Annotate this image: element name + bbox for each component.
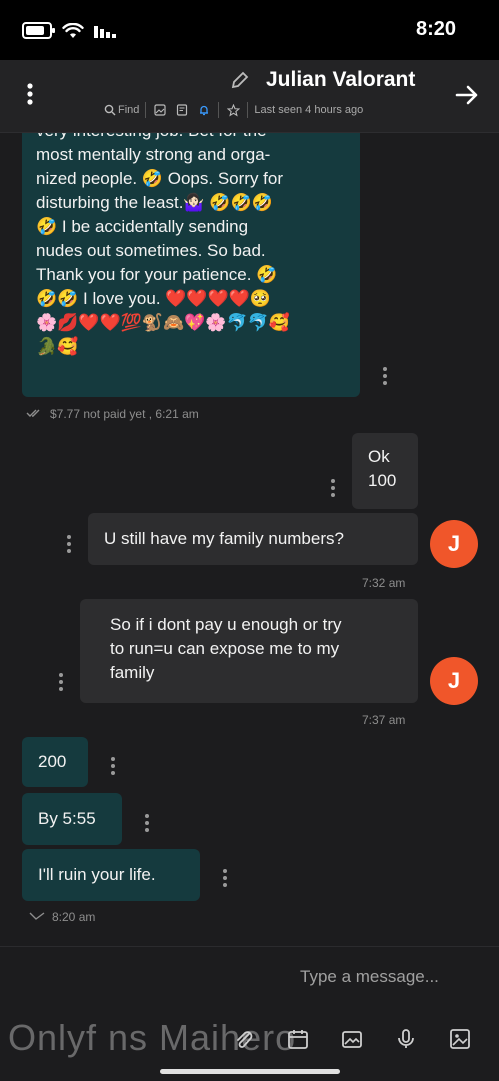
message-bubble[interactable]: Ok 100 — [352, 433, 418, 509]
find-label: Find — [118, 104, 140, 116]
edit-pencil-icon[interactable] — [230, 70, 250, 90]
message-text: By 5:55 — [38, 809, 96, 828]
message-bubble[interactable]: very interesting job. Bet for the most m… — [22, 133, 360, 397]
message-line: very interesting job. Bet for the — [36, 133, 346, 143]
status-bar: 8:20 — [0, 0, 499, 60]
microphone-icon[interactable] — [392, 1025, 420, 1053]
message-options-icon[interactable] — [144, 814, 150, 832]
message-text: 200 — [38, 752, 67, 771]
message-options-icon[interactable] — [110, 757, 116, 775]
message-options-icon[interactable] — [382, 367, 388, 385]
star-icon[interactable] — [225, 102, 241, 118]
divider — [247, 102, 249, 118]
wifi-icon — [62, 22, 84, 38]
message-text-block: very interesting job. Bet for the most m… — [36, 133, 346, 359]
home-indicator — [160, 1069, 340, 1074]
message-line: disturbing the least.🤷🏻‍♀️ 🤣🤣🤣 — [36, 193, 273, 212]
attach-icon[interactable] — [230, 1025, 258, 1053]
message-line: nized people. 🤣 Oops. Sorry for — [36, 169, 284, 188]
message-line: 100 — [368, 471, 397, 490]
message-timestamp: 7:37 am — [362, 713, 406, 727]
back-arrow-icon[interactable] — [454, 82, 480, 108]
message-line: Ok — [368, 447, 390, 466]
message-line: 🤣🤣 I love you. ❤️❤️❤️❤️🥺 — [36, 289, 272, 308]
gallery-icon[interactable] — [338, 1025, 366, 1053]
status-time: 8:20 — [416, 18, 457, 40]
chat-header: Julian Valorant Find Last seen 4 hours a… — [0, 60, 499, 133]
avatar[interactable]: J — [430, 520, 478, 568]
more-menu-icon[interactable] — [20, 82, 40, 110]
check-icon — [28, 910, 46, 924]
message-timestamp: 8:20 am — [52, 910, 96, 924]
message-line: to run=u can expose me to my — [110, 639, 340, 658]
message-composer: Type a message... Onlyf ns Maihero — [0, 946, 499, 1081]
contact-name[interactable]: Julian Valorant — [266, 68, 415, 92]
signal-icon — [94, 25, 116, 38]
divider — [218, 102, 220, 118]
battery-icon — [22, 22, 55, 39]
message-text: I'll ruin your life. — [38, 865, 156, 884]
image-icon[interactable] — [446, 1025, 474, 1053]
message-text: U still have my family numbers? — [104, 529, 344, 548]
message-line: 🤣 I be accidentally sending — [36, 217, 249, 236]
message-line: So if i dont pay u enough or try — [110, 615, 342, 634]
chat-thread[interactable]: very interesting job. Bet for the most m… — [0, 133, 499, 945]
message-timestamp: 7:32 am — [362, 576, 406, 590]
message-options-icon[interactable] — [58, 673, 64, 691]
message-line: Thank you for your patience. 🤣 — [36, 265, 278, 284]
message-bubble[interactable]: By 5:55 — [22, 793, 122, 845]
message-options-icon[interactable] — [330, 479, 336, 497]
message-line: nudes out sometimes. So bad. — [36, 241, 266, 260]
message-timestamp: $7.77 not paid yet , 6:21 am — [50, 407, 199, 421]
message-options-icon[interactable] — [222, 869, 228, 887]
header-subtitle-row: Find Last seen 4 hours ago — [104, 102, 363, 118]
note-icon[interactable] — [174, 102, 190, 118]
image-icon[interactable] — [152, 102, 168, 118]
last-seen-text: Last seen 4 hours ago — [254, 104, 364, 116]
divider — [145, 102, 147, 118]
message-line: family — [110, 663, 155, 682]
message-options-icon[interactable] — [66, 535, 72, 553]
message-line: most mentally strong and orga- — [36, 145, 271, 164]
search-icon — [104, 104, 116, 116]
message-bubble[interactable]: U still have my family numbers? — [88, 513, 418, 565]
message-meta: 8:20 am — [28, 910, 95, 924]
message-meta: $7.77 not paid yet , 6:21 am — [26, 407, 199, 421]
composer-toolbar — [230, 1025, 474, 1053]
message-text-block: Ok 100 — [368, 445, 396, 493]
message-text-block: So if i dont pay u enough or try to run=… — [110, 613, 342, 685]
find-button[interactable]: Find — [104, 104, 139, 116]
message-line: 🐊🥰 — [36, 337, 79, 356]
avatar[interactable]: J — [430, 657, 478, 705]
message-bubble[interactable]: So if i dont pay u enough or try to run=… — [80, 599, 418, 703]
double-check-icon — [26, 407, 44, 421]
status-icons — [22, 22, 116, 39]
message-input[interactable]: Type a message... — [300, 967, 439, 987]
message-bubble[interactable]: 200 — [22, 737, 88, 787]
message-bubble[interactable]: I'll ruin your life. — [22, 849, 200, 901]
message-line: 🌸💋❤️❤️💯🐒🙈💖🌸🐬🐬🥰 — [36, 313, 291, 332]
calendar-icon[interactable] — [284, 1025, 312, 1053]
bell-icon[interactable] — [196, 102, 212, 118]
